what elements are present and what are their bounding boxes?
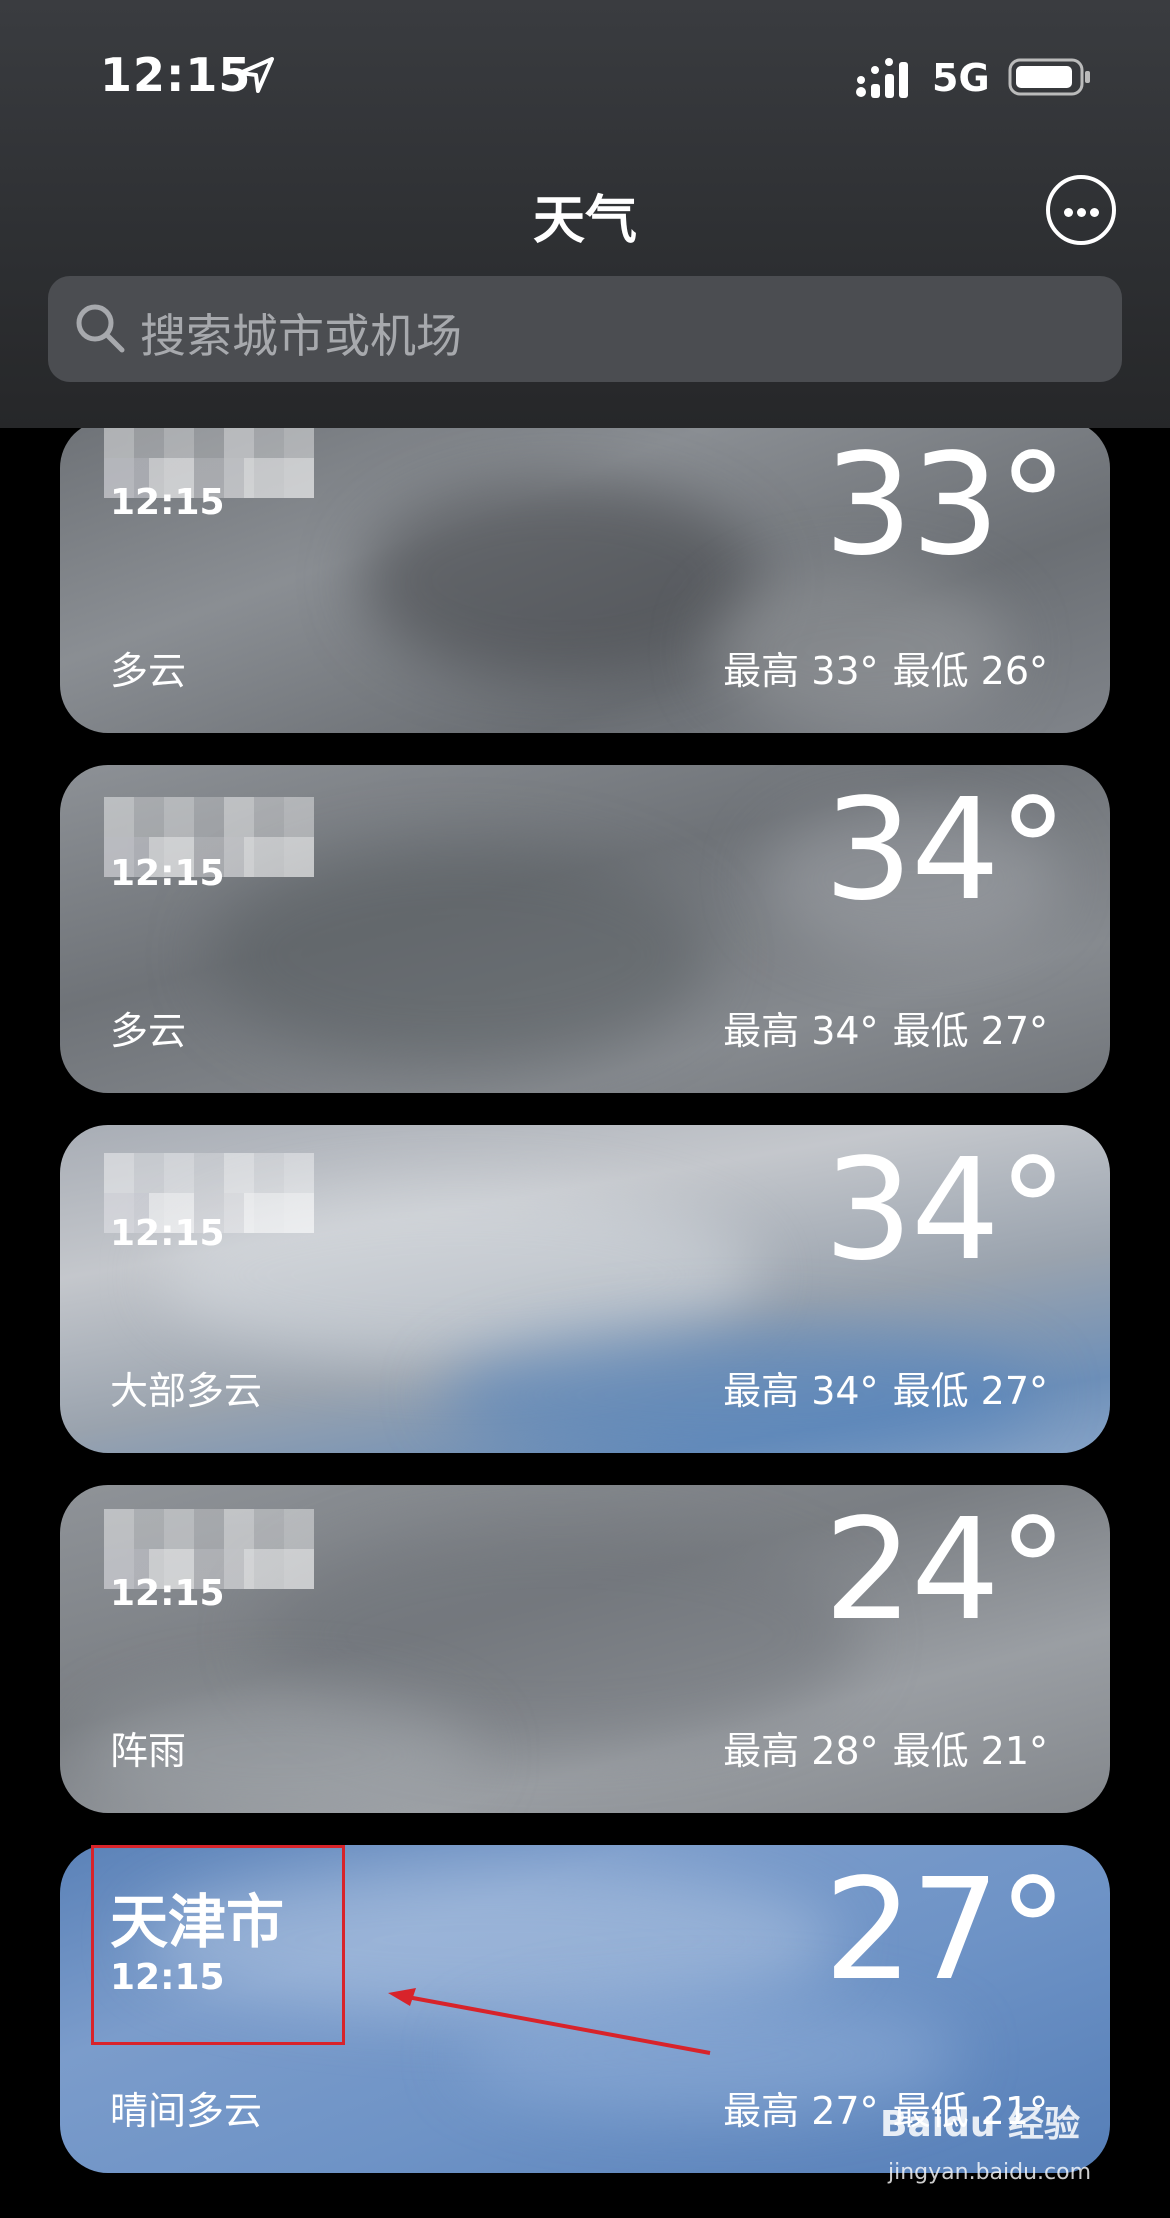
local-time: 12:15 bbox=[110, 482, 225, 523]
search-field[interactable]: 搜索城市或机场 bbox=[48, 276, 1122, 382]
current-temperature: 33° bbox=[823, 424, 1068, 587]
more-options-button[interactable] bbox=[1046, 175, 1116, 245]
app-header: 12:15 5G 天气 搜索城市或机场 bbox=[0, 0, 1170, 428]
current-temperature: 24° bbox=[823, 1489, 1068, 1652]
annotation-arrow-icon bbox=[388, 1988, 711, 2055]
high-low-temps: 最高 34° 最低 27° bbox=[709, 1360, 1048, 1415]
dot-icon bbox=[1077, 208, 1086, 217]
dot-icon bbox=[1090, 208, 1099, 217]
city-weather-card[interactable]: 12:15 33° 多云 最高 33° 最低 26° bbox=[60, 420, 1110, 733]
location-arrow-icon bbox=[238, 57, 274, 93]
battery-icon bbox=[1008, 58, 1090, 96]
high-low-temps: 最高 28° 最低 21° bbox=[709, 1720, 1048, 1775]
local-time: 12:15 bbox=[110, 853, 225, 894]
low-temp: 最低 21° bbox=[892, 1729, 1048, 1773]
current-temperature: 34° bbox=[823, 1129, 1068, 1292]
status-time: 12:15 bbox=[100, 48, 252, 102]
weather-condition: 大部多云 bbox=[110, 1369, 263, 1413]
low-temp: 最低 27° bbox=[892, 1369, 1048, 1413]
high-temp: 最高 27° bbox=[723, 2089, 879, 2133]
high-temp: 最高 34° bbox=[723, 1369, 879, 1413]
weather-condition: 多云 bbox=[110, 649, 187, 693]
high-low-temps: 最高 34° 最低 27° bbox=[709, 1000, 1048, 1055]
weather-condition: 多云 bbox=[110, 1009, 187, 1053]
high-temp: 最高 28° bbox=[723, 1729, 879, 1773]
local-time: 12:15 bbox=[110, 1213, 225, 1254]
network-type: 5G bbox=[932, 56, 990, 100]
current-temperature: 27° bbox=[823, 1849, 1068, 2012]
low-temp: 最低 26° bbox=[892, 649, 1048, 693]
search-icon bbox=[76, 304, 125, 353]
city-weather-card[interactable]: 12:15 24° 阵雨 最高 28° 最低 21° bbox=[60, 1485, 1110, 1813]
search-placeholder: 搜索城市或机场 bbox=[140, 309, 462, 363]
watermark-brand: Baidu 经验 bbox=[880, 2104, 1081, 2145]
highlight-box bbox=[91, 1845, 345, 2045]
weather-condition: 晴间多云 bbox=[110, 2089, 263, 2133]
city-weather-card[interactable]: 12:15 34° 多云 最高 34° 最低 27° bbox=[60, 765, 1110, 1093]
low-temp: 最低 27° bbox=[892, 1009, 1048, 1053]
watermark-url: jingyan.baidu.com bbox=[888, 2160, 1092, 2185]
high-temp: 最高 34° bbox=[723, 1009, 879, 1053]
signal-icon bbox=[856, 58, 908, 98]
current-temperature: 34° bbox=[823, 769, 1068, 932]
high-low-temps: 最高 33° 最低 26° bbox=[709, 640, 1048, 695]
high-temp: 最高 33° bbox=[723, 649, 879, 693]
page-title: 天气 bbox=[532, 191, 637, 251]
city-weather-card[interactable]: 12:15 34° 大部多云 最高 34° 最低 27° bbox=[60, 1125, 1110, 1453]
local-time: 12:15 bbox=[110, 1573, 225, 1614]
weather-condition: 阵雨 bbox=[110, 1729, 187, 1773]
dot-icon bbox=[1064, 208, 1073, 217]
